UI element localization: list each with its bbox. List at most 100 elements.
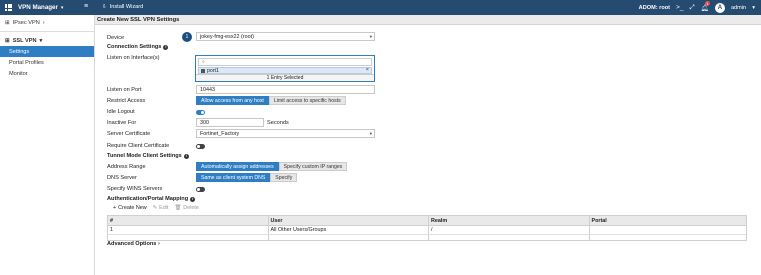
client-cert-label: Require Client Certificate [107, 143, 170, 149]
sidebar-item-monitor[interactable]: Monitor [0, 68, 94, 79]
interface-chip-label: port1 [207, 67, 219, 74]
remove-icon[interactable]: × [366, 67, 369, 73]
idle-logout-switch[interactable] [196, 110, 205, 115]
server-certificate-select[interactable]: Fortinet_Factory ▾ [196, 129, 375, 138]
page-title: Create New SSL VPN Settings [95, 15, 761, 25]
port-icon [201, 68, 205, 73]
client-cert-switch[interactable] [196, 144, 205, 149]
address-range-toggle: Automatically assign addresses Specify c… [196, 162, 348, 171]
main-content: Create New SSL VPN Settings Device 1 jok… [95, 15, 761, 275]
sidebar-group-label: IPsec VPN [12, 19, 40, 26]
sidebar-group-sslvpn[interactable]: ⊞ SSL VPN ▾ [0, 35, 94, 46]
chevron-right-icon: › [157, 241, 160, 247]
table-cell [590, 226, 747, 234]
chevron-down-icon: ▾ [39, 37, 43, 44]
idle-logout-label: Idle Logout [107, 109, 135, 115]
limit-hosts-button[interactable]: Limit access to specific hosts [268, 96, 346, 105]
fortinet-logo-icon [5, 3, 13, 12]
sidebar-group-ipsec[interactable]: ⊞ IPsec VPN › [0, 17, 94, 28]
restrict-access-label: Restrict Access [107, 98, 146, 104]
create-label: Create New [118, 205, 147, 211]
create-new-button[interactable]: + Create New [113, 205, 147, 211]
search-icon: ⌕ [202, 59, 205, 65]
install-wizard-label: Install Wizard [109, 4, 144, 10]
chevron-right-icon: › [42, 19, 45, 26]
table-row-empty [108, 235, 746, 240]
notification-badge: 1 [704, 0, 710, 6]
table-cell: All Other Users/Groups [269, 226, 429, 234]
column-header-number[interactable]: # [108, 216, 269, 225]
adom-label[interactable]: ADOM: root [639, 5, 670, 11]
column-header-realm[interactable]: Realm [429, 216, 590, 225]
sidebar-item-settings[interactable]: Settings [0, 46, 94, 57]
user-name[interactable]: admin [731, 5, 746, 11]
device-select[interactable]: jokey-fmg-esx22 (root) ▾ [196, 32, 375, 41]
sidebar-item-portal-profiles[interactable]: Portal Profiles [0, 57, 94, 68]
step-badge: 1 [182, 32, 192, 42]
device-value: jokey-fmg-esx22 (root) [200, 33, 254, 40]
section-label: Connection Settings [107, 44, 162, 50]
restrict-access-toggle: Allow access from any host Limit access … [196, 96, 346, 105]
system-dns-button[interactable]: Same as client system DNS [196, 173, 271, 182]
interface-search-input[interactable]: ⌕ [198, 58, 372, 66]
edit-button[interactable]: ✎ Edit [153, 205, 169, 211]
inactive-for-input[interactable]: 300 [196, 118, 264, 127]
table-cell: / [429, 226, 590, 234]
chevron-down-icon[interactable]: ▾ [752, 5, 755, 11]
auth-portal-table: # User Realm Portal 1 All Other Users/Gr… [107, 215, 747, 241]
table-row[interactable]: 1 All Other Users/Groups / [108, 226, 746, 235]
column-header-portal[interactable]: Portal [590, 216, 747, 225]
table-header: # User Realm Portal [108, 216, 746, 226]
auto-assign-button[interactable]: Automatically assign addresses [196, 162, 279, 171]
inactive-for-label: Inactive For [107, 120, 137, 126]
table-cell: 1 [108, 226, 269, 234]
listen-port-input[interactable]: 10443 [196, 85, 375, 94]
wins-label: Specify WINS Servers [107, 186, 163, 192]
top-bar: VPN Manager ▾ ≡ ⇩ Install Wizard ADOM: r… [0, 0, 761, 15]
notification-bell-icon[interactable]: 🔔︎ 1 [701, 0, 710, 12]
allow-any-host-button[interactable]: Allow access from any host [196, 96, 269, 105]
chevron-down-icon: ▾ [369, 34, 372, 39]
info-icon[interactable]: i [183, 153, 189, 159]
advanced-options-toggle[interactable]: Advanced Options › [107, 241, 160, 247]
dns-server-label: DNS Server [107, 175, 137, 181]
chevron-down-icon: ▾ [369, 131, 372, 136]
interface-selector[interactable]: ⌕ port1 × 1 Entry Selected [195, 55, 375, 82]
app-title[interactable]: VPN Manager [18, 4, 58, 11]
sidebar-group-label: SSL VPN [12, 37, 37, 44]
fullscreen-icon[interactable]: ⤢ [689, 4, 694, 12]
connection-settings-heading: Connection Settings i [107, 44, 169, 50]
plus-icon: + [113, 205, 117, 211]
column-header-user[interactable]: User [269, 216, 429, 225]
divider [0, 31, 95, 32]
delete-label: Delete [183, 205, 199, 211]
device-label: Device [107, 35, 125, 41]
install-wizard-button[interactable]: ⇩ Install Wizard [102, 4, 143, 10]
listen-interfaces-label: Listen on Interface(s) [107, 55, 160, 61]
dns-server-toggle: Same as client system DNS Specify [196, 173, 298, 182]
server-certificate-label: Server Certificate [107, 131, 151, 137]
info-icon[interactable]: i [163, 44, 169, 50]
interface-chip[interactable]: port1 × [198, 67, 372, 74]
trash-icon: 🗑︎ [174, 205, 182, 211]
section-label: Authentication/Portal Mapping [107, 196, 189, 202]
wins-switch[interactable] [196, 187, 205, 192]
chevron-down-icon[interactable]: ▾ [61, 5, 64, 11]
edit-label: Edit [159, 205, 169, 211]
delete-button[interactable]: 🗑︎ Delete [174, 205, 198, 211]
sidebar: ⊞ IPsec VPN › ⊞ SSL VPN ▾ Settings Porta… [0, 15, 95, 275]
sslvpn-icon: ⊞ [5, 37, 10, 44]
menu-icon[interactable]: ≡ [84, 3, 88, 10]
inactive-unit: Seconds [267, 120, 289, 126]
info-icon[interactable]: i [190, 196, 196, 202]
specify-dns-button[interactable]: Specify [270, 173, 298, 182]
tunnel-settings-heading: Tunnel Mode Client Settings i [107, 153, 189, 159]
custom-ip-button[interactable]: Specify custom IP ranges [278, 162, 348, 171]
edit-icon: ✎ [152, 205, 158, 211]
entries-selected-count: 1 Entry Selected [196, 74, 374, 81]
terminal-icon[interactable]: >_ [676, 4, 683, 11]
avatar[interactable]: A [714, 2, 725, 13]
auth-portal-heading: Authentication/Portal Mapping i [107, 196, 196, 202]
section-label: Tunnel Mode Client Settings [107, 153, 182, 159]
install-icon: ⇩ [102, 4, 107, 10]
